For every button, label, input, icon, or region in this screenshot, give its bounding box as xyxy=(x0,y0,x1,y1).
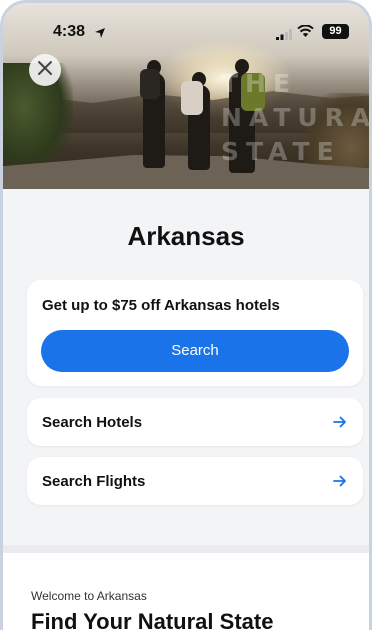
promo-text: Get up to $75 off Arkansas hotels xyxy=(42,297,280,314)
signal-icon xyxy=(276,27,292,45)
status-time: 4:38 xyxy=(53,23,86,40)
location-arrow-icon xyxy=(94,26,106,44)
arrow-right-icon xyxy=(333,474,347,493)
close-icon xyxy=(37,60,53,81)
status-bar: 4:38 99 xyxy=(3,23,369,45)
promo-card: Get up to $75 off Arkansas hotels Search xyxy=(27,280,363,386)
backpack xyxy=(181,81,203,115)
search-hotels-label: Search Hotels xyxy=(42,414,143,431)
intro-heading: Find Your Natural State xyxy=(31,609,274,630)
intro-section: Welcome to Arkansas Find Your Natural St… xyxy=(3,553,369,630)
page-title: Arkansas xyxy=(127,221,245,251)
wifi-icon xyxy=(297,24,314,43)
search-flights-row[interactable]: Search Flights xyxy=(27,457,363,505)
search-hotels-row[interactable]: Search Hotels xyxy=(27,398,363,446)
close-button[interactable] xyxy=(29,54,61,86)
section-divider xyxy=(3,545,369,553)
search-button[interactable]: Search xyxy=(41,330,349,372)
backpack xyxy=(140,69,160,99)
app-screen: THE NATURAL STATE 4:38 99 xyxy=(0,0,372,630)
hero-watermark: THE NATURAL STATE xyxy=(221,69,369,166)
arrow-right-icon xyxy=(333,415,347,434)
battery-icon: 99 xyxy=(322,24,349,39)
search-flights-label: Search Flights xyxy=(42,473,146,490)
intro-eyebrow: Welcome to Arkansas xyxy=(31,589,147,603)
main-content: Arkansas Get up to $75 off Arkansas hote… xyxy=(3,189,369,630)
